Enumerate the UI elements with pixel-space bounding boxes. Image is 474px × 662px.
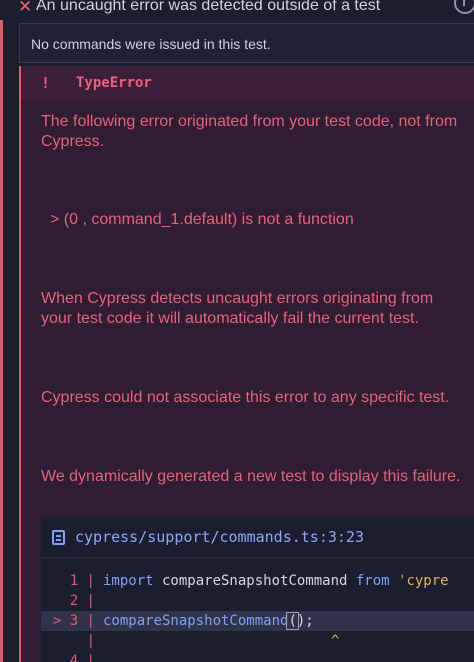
keyword: import (103, 573, 154, 589)
test-header[interactable]: ✕ An uncaught error was detected outside… (0, 0, 474, 20)
code-text: compareSnapshotCommand(); (103, 611, 314, 631)
error-message: We dynamically generated a new test to d… (41, 468, 461, 485)
code-line: 2 | (41, 591, 474, 611)
code-line: 4 | (41, 651, 474, 662)
code-line: 1 | import compareSnapshotCommand from '… (41, 571, 474, 591)
error-message: The following error originated from your… (41, 113, 458, 150)
line-number: | (86, 633, 95, 649)
error-message: When Cypress detects uncaught errors ori… (41, 290, 434, 327)
power-info-icon[interactable] (454, 0, 474, 14)
code-text: import compareSnapshotCommand from 'cypr… (103, 571, 449, 591)
line-number: 1 | (69, 573, 95, 589)
exclamation-icon: ! (41, 74, 51, 92)
punctuation: ); (296, 613, 314, 629)
function-call: compareSnapshotCommand (103, 613, 289, 629)
line-number: 2 | (69, 593, 95, 609)
notice-text: No commands were issued in this test. (31, 36, 271, 52)
code-line-highlighted: > 3 | compareSnapshotCommand(); (41, 611, 474, 631)
code-frame: cypress/support/commands.ts:3:23 1 | imp… (41, 517, 474, 662)
failure-rail (0, 20, 3, 662)
error-panel: ! TypeError The following error originat… (19, 66, 474, 662)
code-line: | ^ (41, 631, 474, 651)
document-icon (52, 530, 65, 545)
line-number: 4 | (69, 653, 95, 662)
divider (41, 557, 474, 558)
no-commands-notice: No commands were issued in this test. (19, 23, 474, 63)
line-number: > 3 | (52, 613, 95, 629)
test-title[interactable]: An uncaught error was detected outside o… (36, 0, 380, 16)
identifier: compareSnapshotCommand (153, 573, 356, 589)
error-type: TypeError (76, 75, 152, 91)
caret-marker: ^ (331, 633, 340, 649)
fail-x-icon: ✕ (18, 0, 33, 16)
file-path-link[interactable]: cypress/support/commands.ts:3:23 (75, 527, 364, 547)
error-message: Cypress could not associate this error t… (41, 389, 450, 406)
error-header: ! TypeError (21, 66, 474, 100)
keyword: from (355, 573, 390, 589)
string-literal: 'cypre (389, 573, 449, 589)
error-message: > (0 , command_1.default) is not a funct… (50, 211, 354, 228)
